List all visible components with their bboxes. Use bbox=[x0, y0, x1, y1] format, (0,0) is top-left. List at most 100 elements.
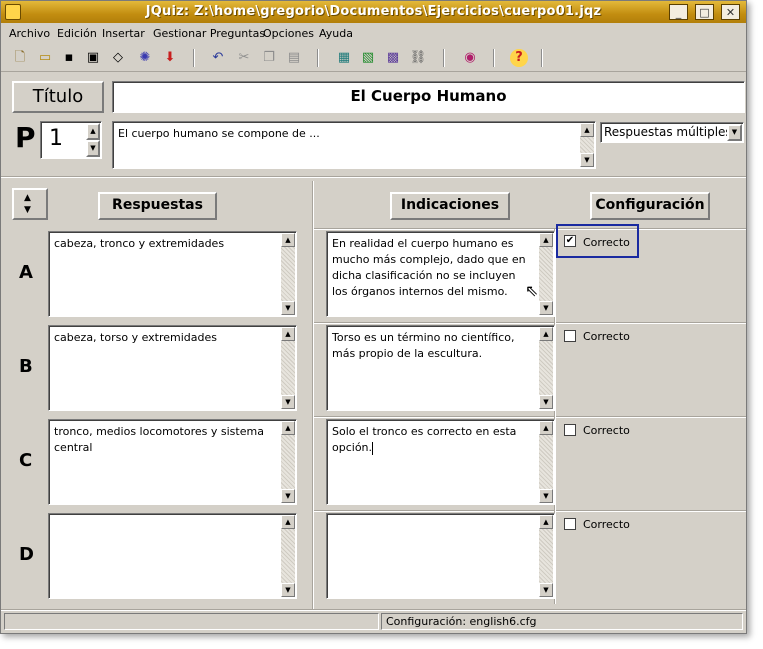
answer-c-scrollbar[interactable]: ▲ ▼ bbox=[281, 421, 295, 503]
scroll-down-icon[interactable]: ▼ bbox=[539, 301, 553, 315]
question-type-select[interactable]: Respuestas múltiples ▼ bbox=[600, 122, 744, 143]
row-separator bbox=[314, 510, 746, 512]
scroll-down-icon[interactable]: ▼ bbox=[539, 583, 553, 597]
answer-d-scrollbar[interactable]: ▲ ▼ bbox=[281, 515, 295, 597]
status-left-pane bbox=[4, 613, 379, 630]
scroll-down-icon[interactable]: ▼ bbox=[281, 489, 295, 503]
answer-c-text: tronco, medios locomotores y sistema cen… bbox=[54, 425, 264, 454]
save-icon[interactable]: ▪ bbox=[60, 49, 78, 67]
correct-a-label[interactable]: Correcto bbox=[583, 236, 630, 249]
correct-b-label[interactable]: Correcto bbox=[583, 330, 630, 343]
close-button[interactable]: ✕ bbox=[721, 4, 740, 20]
menu-bar: Archivo Edición Insertar Gestionar Pregu… bbox=[1, 24, 746, 44]
spinner-up-button[interactable]: ▲ bbox=[86, 123, 100, 140]
scroll-down-icon[interactable]: ▼ bbox=[539, 395, 553, 409]
feedback-d-scrollbar[interactable]: ▲ ▼ bbox=[539, 515, 553, 597]
toolbar-separator bbox=[317, 49, 319, 67]
cut-icon[interactable]: ✂ bbox=[235, 49, 253, 67]
menu-ayuda[interactable]: Ayuda bbox=[319, 27, 353, 40]
scroll-up-icon[interactable]: ▲ bbox=[281, 327, 295, 341]
feedback-a-scrollbar[interactable]: ▲ ▼ bbox=[539, 233, 553, 315]
mouse-cursor-icon: ⇖ bbox=[525, 281, 539, 300]
correct-b-checkbox[interactable] bbox=[564, 330, 576, 342]
scroll-up-icon[interactable]: ▲ bbox=[539, 515, 553, 529]
correct-a-checkbox[interactable]: ✔ bbox=[564, 235, 576, 247]
export-web-icon[interactable]: ✺ bbox=[136, 49, 154, 67]
scroll-down-icon[interactable]: ▼ bbox=[281, 301, 295, 315]
answer-d-textarea[interactable]: ▲ ▼ bbox=[48, 513, 297, 599]
feedback-c-text: Solo el tronco es correcto en esta opció… bbox=[332, 425, 517, 454]
correct-c-label[interactable]: Correcto bbox=[583, 424, 630, 437]
question-textarea[interactable]: El cuerpo humano se compone de ... ▲ ▼ bbox=[112, 121, 596, 169]
titulo-button[interactable]: Título bbox=[12, 81, 104, 113]
scroll-down-icon[interactable]: ▼ bbox=[281, 583, 295, 597]
feedback-c-scrollbar[interactable]: ▲ ▼ bbox=[539, 421, 553, 503]
scroll-up-icon[interactable]: ▲ bbox=[539, 233, 553, 247]
chevron-down-icon[interactable]: ▼ bbox=[727, 124, 742, 141]
toolbar-separator bbox=[443, 49, 445, 67]
answer-b-scrollbar[interactable]: ▲ ▼ bbox=[281, 327, 295, 409]
feedback-b-scrollbar[interactable]: ▲ ▼ bbox=[539, 327, 553, 409]
open-folder-icon[interactable]: ▭ bbox=[36, 49, 54, 67]
question-scrollbar[interactable]: ▲ ▼ bbox=[580, 123, 594, 167]
palette-icon[interactable]: ◉ bbox=[461, 49, 479, 67]
link-icon[interactable]: ⛓ bbox=[409, 49, 427, 67]
maximize-button[interactable]: □ bbox=[695, 4, 714, 20]
question-number-spinner[interactable]: 1 ▲ ▼ bbox=[40, 121, 102, 159]
indicaciones-header[interactable]: Indicaciones bbox=[390, 192, 510, 220]
correct-d-checkbox[interactable] bbox=[564, 518, 576, 530]
answer-a-text: cabeza, tronco y extremidades bbox=[54, 237, 225, 250]
feedback-d-textarea[interactable]: ▲ ▼ bbox=[326, 513, 555, 599]
undo-icon[interactable]: ↶ bbox=[209, 49, 227, 67]
feedback-a-textarea[interactable]: En realidad el cuerpo humano es mucho má… bbox=[326, 231, 555, 317]
table-icon[interactable]: ▩ bbox=[384, 49, 402, 67]
answer-a-scrollbar[interactable]: ▲ ▼ bbox=[281, 233, 295, 315]
move-down-icon: ▼ bbox=[24, 205, 31, 215]
row-label-d: D bbox=[19, 544, 34, 565]
menu-edicion[interactable]: Edición bbox=[57, 27, 97, 40]
scroll-up-icon[interactable]: ▲ bbox=[539, 327, 553, 341]
eraser-icon[interactable]: ◇ bbox=[109, 49, 127, 67]
down-arrow-icon[interactable]: ⬇ bbox=[161, 49, 179, 67]
copy-icon[interactable]: ❐ bbox=[260, 49, 278, 67]
respuestas-header[interactable]: Respuestas bbox=[98, 192, 217, 220]
scroll-up-icon[interactable]: ▲ bbox=[281, 233, 295, 247]
paste-icon[interactable]: ▤ bbox=[285, 49, 303, 67]
help-icon[interactable]: ? bbox=[510, 49, 528, 67]
menu-opciones[interactable]: Opciones bbox=[263, 27, 314, 40]
scroll-up-icon[interactable]: ▲ bbox=[281, 515, 295, 529]
scroll-up-icon[interactable]: ▲ bbox=[580, 123, 594, 137]
answer-a-textarea[interactable]: cabeza, tronco y extremidades ▲ ▼ bbox=[48, 231, 297, 317]
feedback-b-textarea[interactable]: Torso es un término no científico, más p… bbox=[326, 325, 555, 411]
answer-c-textarea[interactable]: tronco, medios locomotores y sistema cen… bbox=[48, 419, 297, 505]
spinner-down-button[interactable]: ▼ bbox=[86, 140, 100, 157]
scroll-down-icon[interactable]: ▼ bbox=[281, 395, 295, 409]
reorder-button[interactable]: ▲ ▼ bbox=[12, 188, 48, 220]
scroll-down-icon[interactable]: ▼ bbox=[580, 153, 594, 167]
scroll-down-icon[interactable]: ▼ bbox=[539, 489, 553, 503]
minimize-button[interactable]: _ bbox=[669, 4, 688, 20]
correct-d-label[interactable]: Correcto bbox=[583, 518, 630, 531]
configuracion-header[interactable]: Configuración bbox=[590, 192, 710, 220]
menu-insertar[interactable]: Insertar bbox=[102, 27, 145, 40]
row-separator bbox=[314, 228, 746, 230]
menu-archivo[interactable]: Archivo bbox=[9, 27, 50, 40]
answer-b-textarea[interactable]: cabeza, torso y extremidades ▲ ▼ bbox=[48, 325, 297, 411]
answer-b-text: cabeza, torso y extremidades bbox=[54, 331, 217, 344]
title-bar[interactable]: JQuiz: Z:\home\gregorio\Documentos\Ejerc… bbox=[1, 1, 746, 23]
menu-gestionar-preguntas[interactable]: Gestionar Preguntas bbox=[153, 27, 265, 40]
toolbar-separator bbox=[541, 49, 543, 67]
image-icon[interactable]: ▧ bbox=[359, 49, 377, 67]
p-label: P bbox=[15, 121, 36, 154]
grid-icon[interactable]: ▦ bbox=[335, 49, 353, 67]
feedback-c-textarea[interactable]: Solo el tronco es correcto en esta opció… bbox=[326, 419, 555, 505]
correct-c-checkbox[interactable] bbox=[564, 424, 576, 436]
toolbar: 🗋 ▭ ▪ ▣ ◇ ✺ ⬇ ↶ ✂ ❐ ▤ ▦ ▧ ▩ ⛓ ◉ ? bbox=[1, 45, 746, 72]
scroll-up-icon[interactable]: ▲ bbox=[281, 421, 295, 435]
scroll-up-icon[interactable]: ▲ bbox=[539, 421, 553, 435]
new-file-icon[interactable]: 🗋 bbox=[11, 49, 29, 67]
title-input[interactable]: El Cuerpo Humano bbox=[112, 81, 745, 113]
row-label-a: A bbox=[19, 262, 33, 283]
save-as-icon[interactable]: ▣ bbox=[84, 49, 102, 67]
text-caret bbox=[372, 441, 374, 455]
